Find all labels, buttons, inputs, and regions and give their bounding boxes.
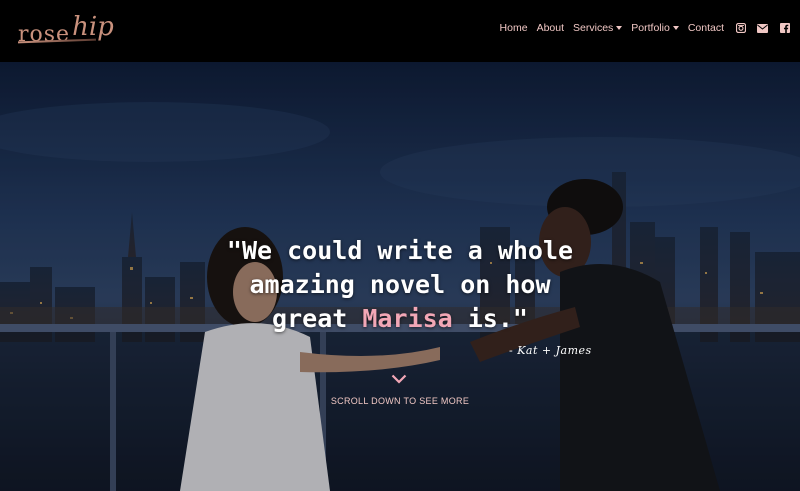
nav-services-label: Services <box>573 22 614 34</box>
caret-down-icon <box>672 26 679 30</box>
nav-about-label: About <box>536 22 565 34</box>
testimonial-quote: "We could write a whole amazing novel on… <box>150 234 650 336</box>
nav-services-dropdown[interactable]: Services <box>573 22 623 34</box>
nav-home[interactable]: Home <box>500 22 528 34</box>
instagram-icon[interactable] <box>735 23 746 34</box>
nav-portfolio-dropdown[interactable]: Portfolio <box>631 22 679 34</box>
facebook-icon[interactable] <box>779 23 790 34</box>
scroll-down-link[interactable]: SCROLL DOWN TO SEE MORE <box>300 396 500 406</box>
site-header: rose hip Home About Services Portfolio C… <box>0 0 800 62</box>
nav-home-label: Home <box>499 22 528 34</box>
main-nav: Home About Services Portfolio Contact <box>491 22 790 34</box>
quote-line-1: "We could write a whole <box>226 236 574 265</box>
nav-about[interactable]: About <box>537 22 564 34</box>
nav-contact-label: Contact <box>687 22 724 34</box>
nav-contact[interactable]: Contact <box>688 22 724 34</box>
quote-signature: - Kat + James <box>509 344 592 357</box>
quote-line-3-pre: great <box>272 304 363 333</box>
mail-icon[interactable] <box>757 23 768 34</box>
caret-down-icon <box>616 26 623 30</box>
quote-line-2: amazing novel on how <box>249 270 551 299</box>
quote-highlight-name: Marisa <box>362 304 453 333</box>
rosehip-logo[interactable]: rose hip <box>17 10 114 46</box>
quote-line-3-post: is." <box>452 304 528 333</box>
chevron-down-icon[interactable] <box>391 374 407 384</box>
logo-text-hip: hip <box>72 12 114 42</box>
hero-section: "We could write a whole amazing novel on… <box>0 62 800 491</box>
quote-line-3: great Marisa is." <box>150 302 650 336</box>
nav-portfolio-label: Portfolio <box>631 22 670 34</box>
